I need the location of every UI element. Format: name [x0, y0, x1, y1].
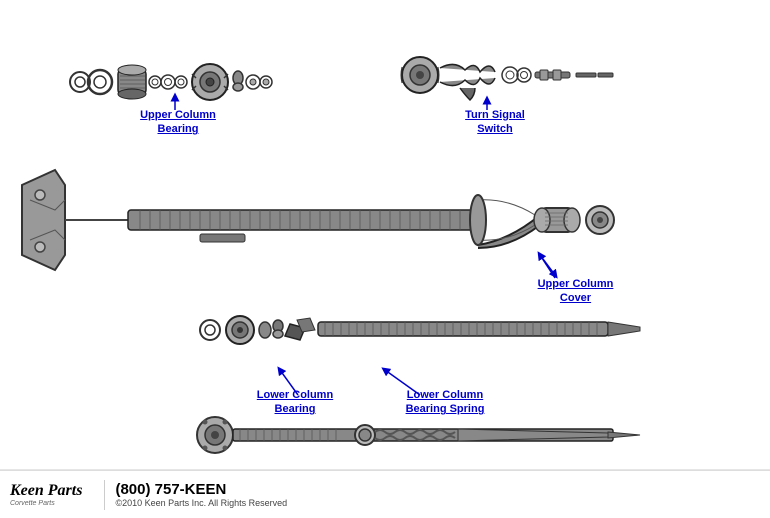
turn-signal-switch-label: Turn Signal Switch: [455, 108, 535, 137]
footer-copyright: ©2010 Keen Parts Inc. All Rights Reserve…: [115, 498, 287, 508]
diagram-container: Upper Column Bearing Turn Signal Switch …: [0, 0, 770, 518]
footer: Keen Parts Corvette Parts (800) 757-KEEN…: [0, 470, 770, 518]
lower-column-bearing-label: Lower Column Bearing: [255, 388, 335, 417]
upper-column-bearing-label: Upper Column Bearing: [138, 108, 218, 137]
footer-separator: [104, 480, 105, 510]
upper-column-cover-label: Upper Column Cover: [533, 277, 618, 306]
logo-text: Keen Parts: [10, 482, 82, 500]
logo-area: Keen Parts Corvette Parts: [10, 482, 82, 507]
footer-info: (800) 757-KEEN ©2010 Keen Parts Inc. All…: [115, 481, 287, 508]
footer-phone: (800) 757-KEEN: [115, 481, 287, 498]
lower-column-bearing-spring-label: Lower Column Bearing Spring: [400, 388, 490, 417]
logo-tagline: Corvette Parts: [10, 500, 82, 507]
